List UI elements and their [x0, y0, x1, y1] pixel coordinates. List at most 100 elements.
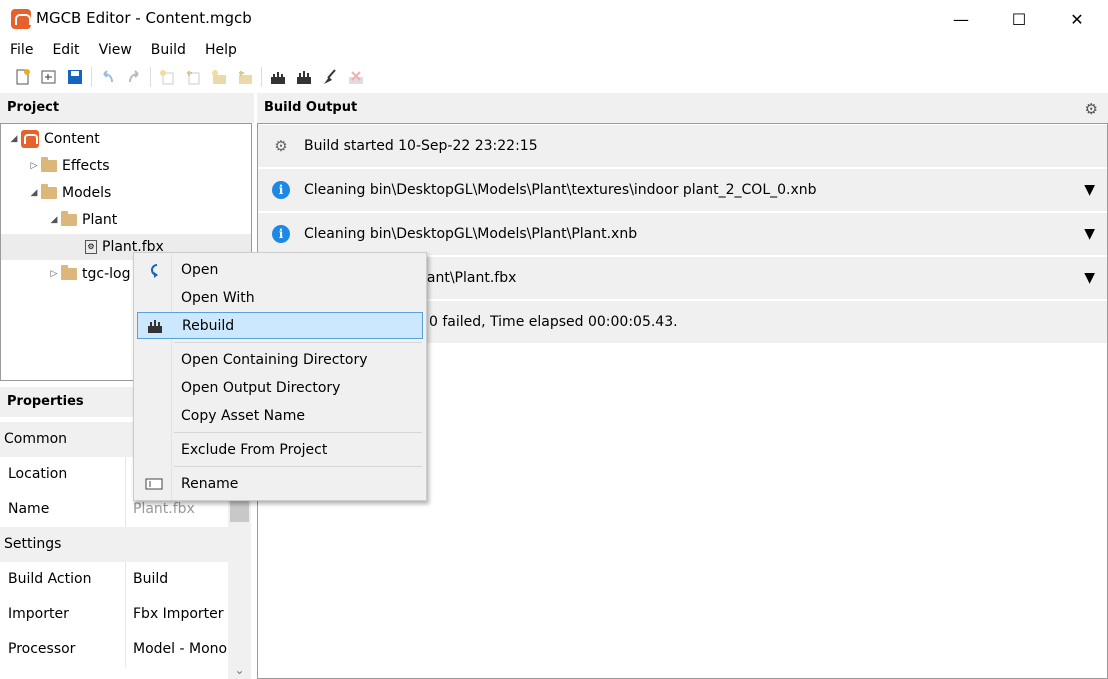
- menu-item-label: Copy Asset Name: [181, 407, 305, 424]
- menu-item-label: Open Containing Directory: [181, 351, 368, 368]
- expand-arrow-icon[interactable]: ▼: [1084, 226, 1095, 242]
- build-gears-icon: ⚙: [274, 137, 288, 155]
- menu-item-exclude-from-project[interactable]: Exclude From Project: [137, 436, 423, 463]
- property-key: Importer: [0, 597, 126, 632]
- rename-icon: [137, 477, 171, 491]
- menu-item-open[interactable]: Open: [137, 256, 423, 283]
- category-settings[interactable]: Settings: [0, 527, 228, 562]
- info-icon: i: [272, 225, 290, 243]
- rebuild-icon: [138, 318, 172, 334]
- collapsed-arrow-icon[interactable]: ▷: [47, 269, 61, 279]
- output-row[interactable]: i Cleaning bin\DesktopGL\Models\Plant\te…: [258, 169, 1107, 211]
- menu-item-open-with[interactable]: Open With: [137, 284, 423, 311]
- tree-label: Models: [62, 185, 112, 201]
- open-arrow-icon: [137, 262, 171, 278]
- redo-icon[interactable]: [121, 66, 147, 88]
- menu-separator: [174, 432, 422, 433]
- tree-label: Content: [44, 131, 100, 147]
- minimize-button[interactable]: —: [932, 0, 990, 38]
- property-key: Processor: [0, 632, 126, 667]
- folder-icon: [61, 211, 77, 226]
- output-row[interactable]: i Cleaning bin\DesktopGL\Models\Plant\Pl…: [258, 213, 1107, 255]
- menu-item-label: Rename: [181, 475, 239, 492]
- gear-icon[interactable]: ⚙: [1085, 100, 1098, 118]
- tree-label: Plant: [82, 212, 118, 228]
- open-icon[interactable]: [36, 66, 62, 88]
- menu-edit[interactable]: Edit: [42, 38, 88, 62]
- context-menu: Open Open With Rebuild Open Containing D…: [133, 252, 427, 501]
- maximize-button[interactable]: ☐: [990, 0, 1048, 38]
- file-icon: ⚙: [85, 240, 97, 254]
- add-item-icon[interactable]: [180, 66, 206, 88]
- expanded-arrow-icon[interactable]: ◢: [27, 188, 41, 198]
- property-value[interactable]: Build: [126, 562, 228, 597]
- collapsed-arrow-icon[interactable]: ▷: [27, 161, 41, 171]
- output-text: Cleaning bin\DesktopGL\Models\Plant\Plan…: [304, 226, 638, 242]
- menu-item-label: Open With: [181, 289, 255, 306]
- property-key: Location: [0, 457, 126, 492]
- build-output-header: Build Output: [257, 93, 1108, 123]
- close-button[interactable]: ✕: [1048, 0, 1106, 38]
- property-importer[interactable]: Importer Fbx Importer -: [0, 597, 228, 632]
- toolbar: [0, 62, 1108, 92]
- expand-arrow-icon[interactable]: ▼: [1084, 270, 1095, 286]
- menu-item-label: Open Output Directory: [181, 379, 341, 396]
- new-folder-icon[interactable]: [206, 66, 232, 88]
- menu-item-rename[interactable]: Rename: [137, 470, 423, 497]
- menu-file[interactable]: File: [0, 38, 42, 62]
- menu-separator: [174, 466, 422, 467]
- property-processor[interactable]: Processor Model - Mono: [0, 632, 228, 667]
- menu-item-open-output-directory[interactable]: Open Output Directory: [137, 374, 423, 401]
- info-icon: i: [272, 181, 290, 199]
- property-value[interactable]: Model - Mono: [126, 632, 228, 667]
- menu-item-open-containing-directory[interactable]: Open Containing Directory: [137, 346, 423, 373]
- folder-icon: [61, 265, 77, 280]
- menu-separator: [174, 342, 422, 343]
- output-text: Build started 10-Sep-22 23:22:15: [304, 138, 538, 154]
- monogame-logo-icon: [11, 9, 31, 29]
- output-row[interactable]: ⚙ Build started 10-Sep-22 23:22:15: [258, 125, 1107, 167]
- expanded-arrow-icon[interactable]: ◢: [7, 134, 21, 144]
- cancel-build-icon[interactable]: [343, 66, 369, 88]
- output-text: Cleaning bin\DesktopGL\Models\Plant\text…: [304, 182, 817, 198]
- tree-node-plant[interactable]: ◢ Plant: [47, 207, 117, 233]
- tree-node-tgc-log[interactable]: ▷ tgc-log: [47, 261, 130, 287]
- menu-item-label: Open: [181, 261, 219, 278]
- tree-node-models[interactable]: ◢ Models: [27, 180, 111, 206]
- save-icon[interactable]: [62, 66, 88, 88]
- monogame-content-icon: [21, 130, 39, 148]
- scroll-down-icon[interactable]: ⌄: [228, 663, 251, 677]
- window-title: MGCB Editor - Content.mgcb: [36, 9, 252, 27]
- property-build-action[interactable]: Build Action Build: [0, 562, 228, 597]
- expanded-arrow-icon[interactable]: ◢: [47, 215, 61, 225]
- output-text: 0 failed, Time elapsed 00:00:05.43.: [429, 314, 678, 330]
- folder-icon: [41, 184, 57, 199]
- output-text: lant\Plant.fbx: [423, 270, 517, 286]
- tree-node-content[interactable]: ◢ Content: [7, 126, 100, 152]
- menu-item-copy-asset-name[interactable]: Copy Asset Name: [137, 402, 423, 429]
- rebuild-icon[interactable]: [291, 66, 317, 88]
- new-item-icon[interactable]: [154, 66, 180, 88]
- property-key: Build Action: [0, 562, 126, 597]
- property-key: Name: [0, 492, 126, 527]
- tree-label: Effects: [62, 158, 110, 174]
- tree-node-effects[interactable]: ▷ Effects: [27, 153, 110, 179]
- menu-item-label: Exclude From Project: [181, 441, 328, 458]
- undo-icon[interactable]: [95, 66, 121, 88]
- menu-item-label: Rebuild: [182, 317, 235, 334]
- project-panel-header: Project: [0, 93, 254, 123]
- title-bar: MGCB Editor - Content.mgcb — ☐ ✕: [0, 0, 1108, 38]
- menu-build[interactable]: Build: [141, 38, 195, 62]
- tree-label: tgc-log: [82, 266, 131, 282]
- menu-item-rebuild[interactable]: Rebuild: [137, 312, 423, 339]
- build-icon[interactable]: [265, 66, 291, 88]
- add-folder-icon[interactable]: [232, 66, 258, 88]
- menu-bar: File Edit View Build Help: [0, 38, 1108, 62]
- folder-icon: [41, 157, 57, 172]
- menu-help[interactable]: Help: [195, 38, 246, 62]
- menu-view[interactable]: View: [89, 38, 141, 62]
- clean-icon[interactable]: [317, 66, 343, 88]
- new-icon[interactable]: [10, 66, 36, 88]
- expand-arrow-icon[interactable]: ▼: [1084, 182, 1095, 198]
- property-value[interactable]: Fbx Importer -: [126, 597, 228, 632]
